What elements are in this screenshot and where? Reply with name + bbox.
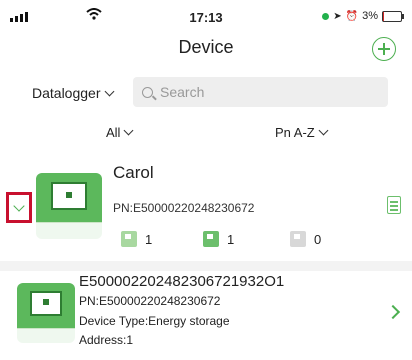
stat-online-count: 1 [145,231,153,247]
chevron-down-icon [13,199,25,212]
normal-device-icon [203,231,219,247]
offline-device-icon [290,231,306,247]
status-right: ➤ ⏰ 3% [322,10,404,22]
battery-icon [382,10,404,22]
device-type: Device Type:Energy storage [79,314,230,328]
device-type-label: Datalogger [32,85,101,101]
section-divider [0,261,412,271]
stat-online: 1 [121,231,152,247]
energy-storage-device-icon [17,283,75,343]
search-input[interactable]: Search [133,77,388,107]
document-icon[interactable] [387,196,401,214]
collapse-toggle-button[interactable] [6,192,32,223]
device-serial[interactable]: E500002202482306721932O1 [79,273,284,290]
indicator-dot-icon [322,12,330,20]
plant-pn: PN:E50000220248230672 [113,201,255,215]
device-type-dropdown[interactable]: Datalogger [32,85,114,101]
stat-offline: 0 [290,231,321,247]
chevron-down-icon [104,86,114,96]
device-address: Address:1 [79,333,134,347]
status-filter-dropdown[interactable]: All [106,125,134,140]
battery-fill [383,11,385,21]
online-device-icon [121,231,137,247]
device-pn: PN:E50000220248230672 [79,294,221,308]
plus-circle-icon[interactable] [372,37,396,61]
chevron-down-icon [318,125,329,136]
sort-dropdown[interactable]: Pn A-Z [275,125,329,140]
battery-percent: 3% [362,10,378,22]
alarm-icon: ⏰ [345,10,359,22]
search-icon [142,86,153,98]
datalogger-device-icon[interactable] [36,173,102,239]
status-bar: 17:13 ➤ ⏰ 3% [0,0,412,34]
page-title: Device [178,37,234,57]
stat-normal-count: 1 [227,231,235,247]
chevron-down-icon [124,125,134,136]
sort-label: Pn A-Z [275,125,315,140]
stat-normal: 1 [203,231,234,247]
stat-offline-count: 0 [314,231,322,247]
plant-name[interactable]: Carol [113,163,154,183]
status-filter-label: All [106,125,121,140]
search-placeholder: Search [160,84,205,100]
chevron-right-icon[interactable] [385,304,401,320]
location-icon: ➤ [333,10,342,22]
